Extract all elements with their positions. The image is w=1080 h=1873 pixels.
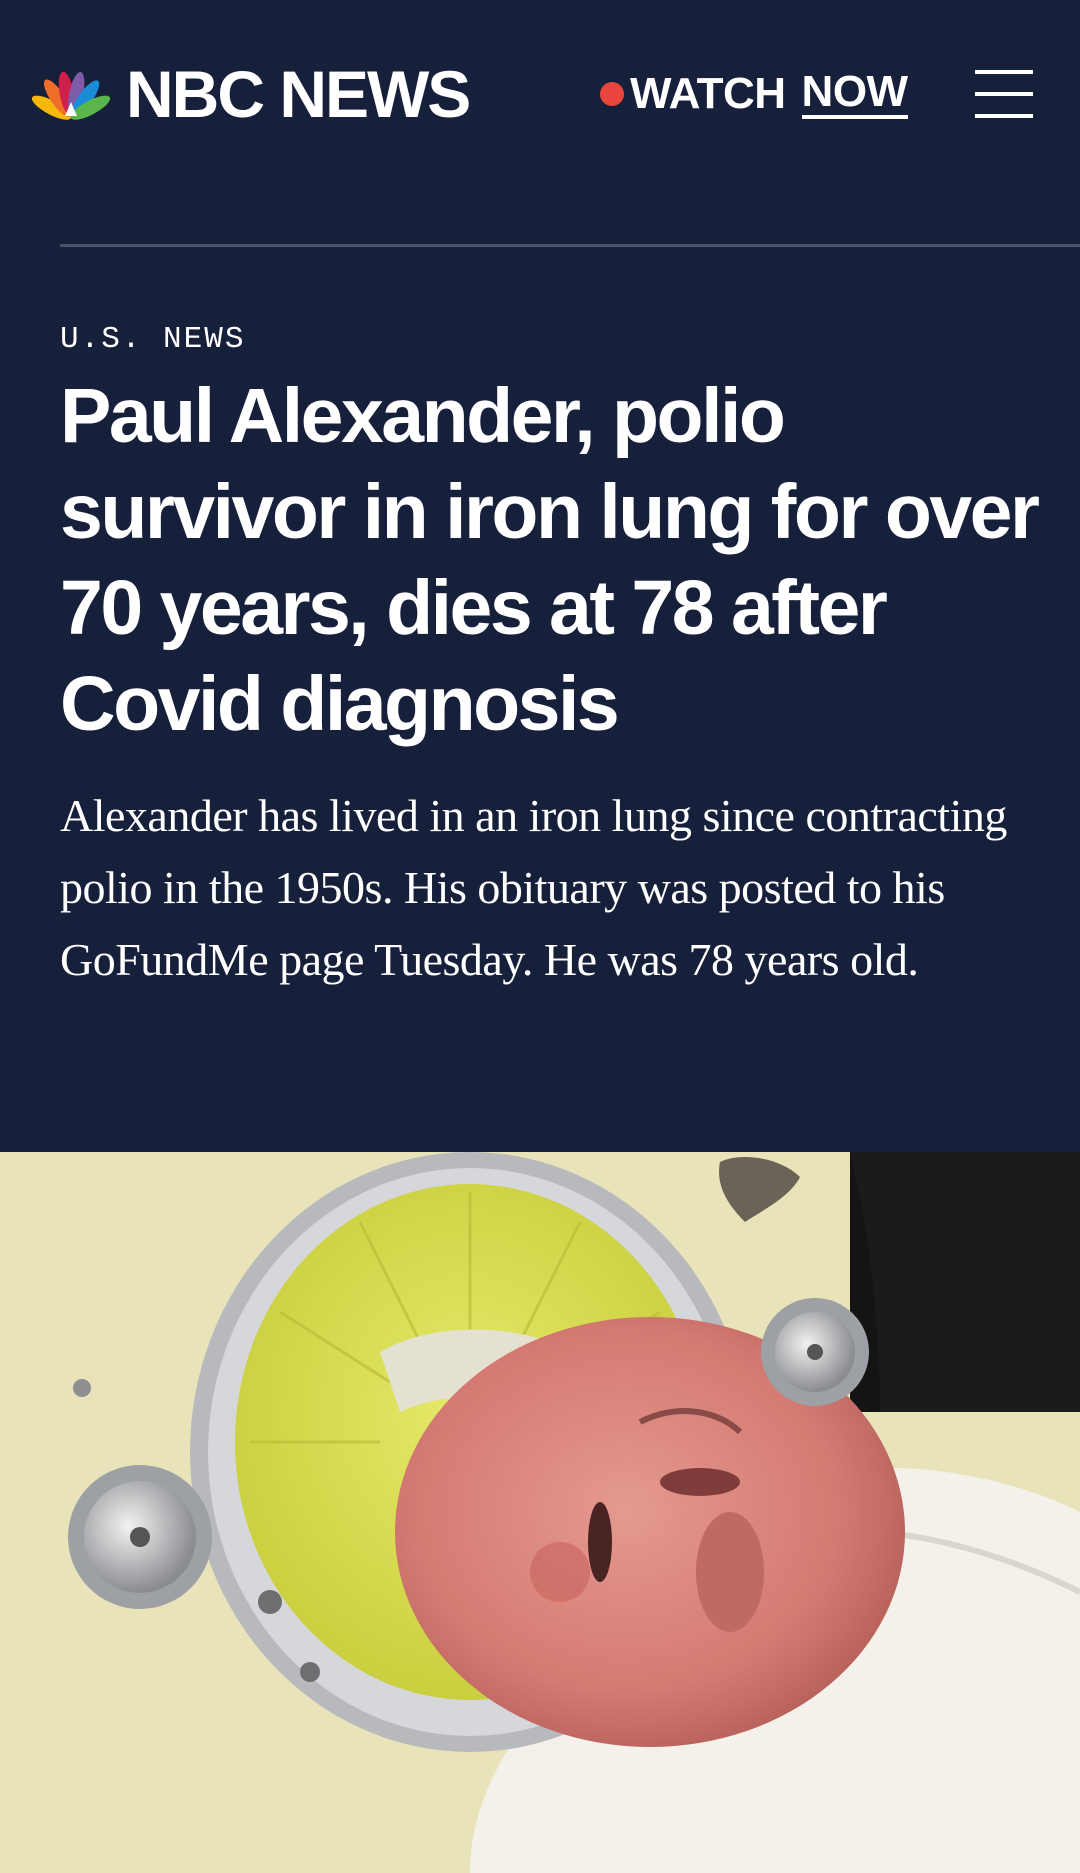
menu-line bbox=[975, 70, 1033, 74]
menu-line bbox=[975, 92, 1033, 96]
photo-illustration bbox=[0, 1152, 1080, 1873]
hamburger-menu-icon[interactable] bbox=[975, 68, 1033, 120]
article-dek: Alexander has lived in an iron lung sinc… bbox=[60, 790, 1007, 985]
menu-line bbox=[975, 114, 1033, 118]
watch-now-link[interactable]: WATCH NOW bbox=[600, 66, 908, 122]
article-photo bbox=[0, 1152, 1080, 1873]
header-divider bbox=[60, 244, 1080, 247]
peacock-logo-icon bbox=[31, 71, 111, 120]
live-dot-icon bbox=[600, 82, 624, 106]
section-label[interactable]: U.S. NEWS bbox=[60, 322, 245, 357]
logo-text: NBC NEWS bbox=[126, 57, 471, 131]
article-headline: Paul Alexander, polio survivor in iron l… bbox=[60, 373, 1040, 747]
site-header: NBC NEWS WATCH NOW bbox=[0, 0, 1080, 240]
nbc-news-logo[interactable]: NBC NEWS bbox=[30, 57, 471, 131]
now-label: NOW bbox=[801, 69, 908, 119]
watch-label: WATCH bbox=[630, 69, 786, 118]
knob-left bbox=[68, 1465, 212, 1609]
